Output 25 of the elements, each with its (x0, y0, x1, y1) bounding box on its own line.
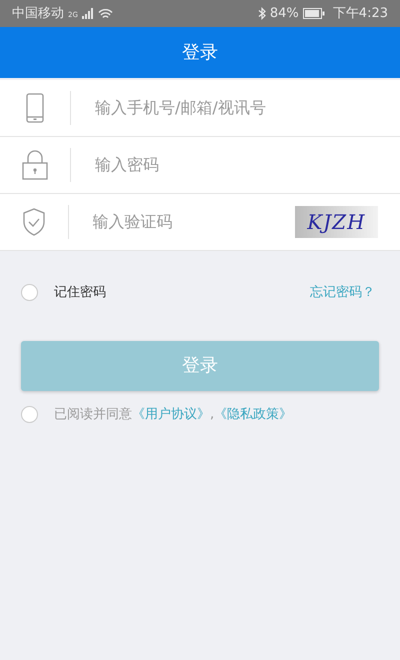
signal-icon (82, 8, 94, 19)
phone-icon (26, 93, 44, 123)
battery-icon (302, 8, 325, 19)
wifi-icon (98, 8, 113, 20)
account-field[interactable]: 输入手机号/邮箱/视讯号 (0, 80, 400, 137)
password-input[interactable]: 输入密码 (71, 152, 400, 178)
password-field[interactable]: 输入密码 (0, 137, 400, 194)
account-input[interactable]: 输入手机号/邮箱/视讯号 (71, 95, 400, 121)
page-title: 登录 (182, 41, 218, 65)
agreement-link[interactable]: 《隐私政策》 (214, 406, 292, 422)
agreement-radio[interactable] (21, 406, 38, 423)
captcha-field[interactable]: 输入验证码 KJZH (0, 194, 400, 251)
time-text: 下午4:23 (332, 4, 388, 23)
agreement-link[interactable]: 《用户协议》 (132, 406, 210, 422)
forgot-password-link[interactable]: 忘记密码？ (310, 283, 375, 302)
captcha-input[interactable]: 输入验证码 (68, 209, 295, 235)
remember-label: 记住密码 (54, 284, 106, 302)
battery-text: 84% (270, 4, 299, 23)
agreement-text: 已阅读并同意《用户协议》,《隐私政策》 (54, 406, 292, 424)
captcha-image[interactable]: KJZH (294, 206, 378, 238)
shield-icon (22, 208, 46, 236)
bluetooth-icon (258, 7, 266, 20)
remember-radio[interactable] (21, 284, 38, 302)
carrier-text: 中国移动 (12, 4, 64, 23)
lock-icon (22, 150, 48, 180)
